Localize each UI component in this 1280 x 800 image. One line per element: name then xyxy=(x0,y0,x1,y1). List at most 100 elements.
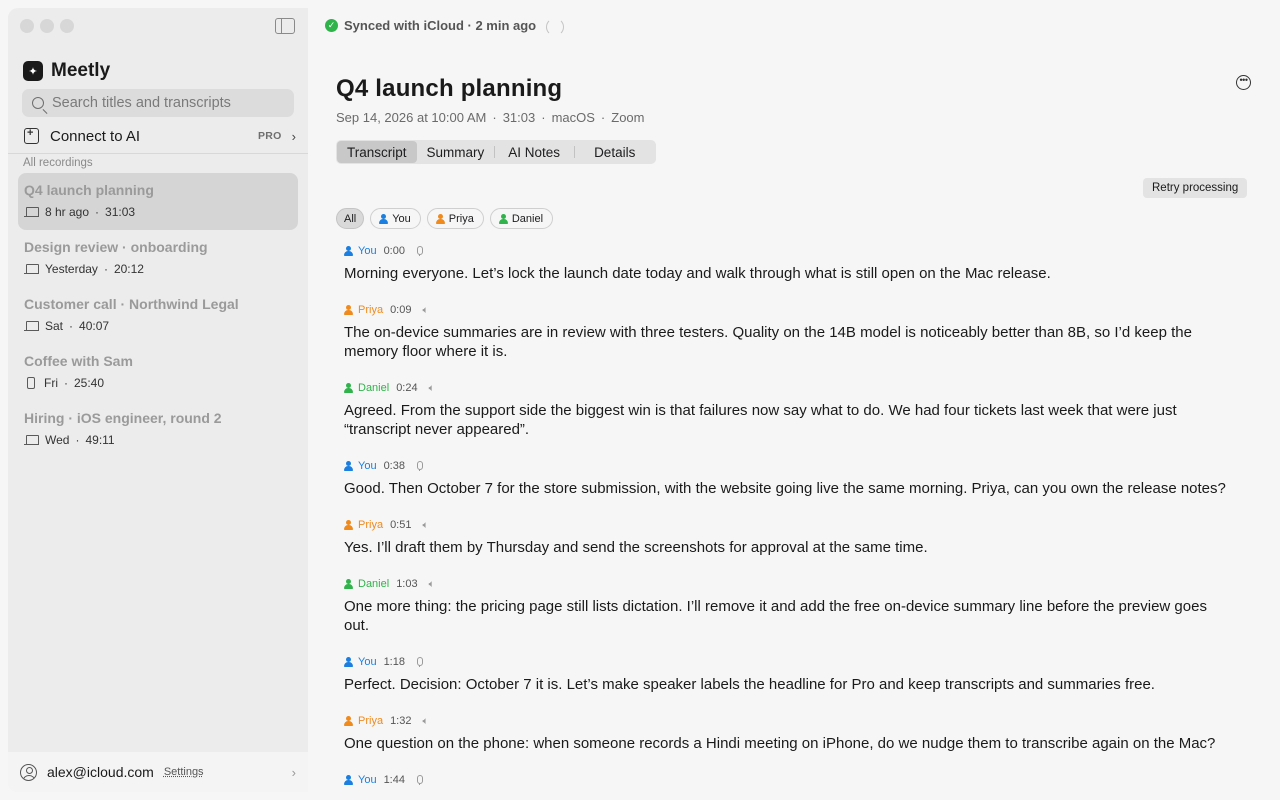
utterance-header: Priya 0:51 🔈︎ xyxy=(344,518,1234,532)
filter-you-chip[interactable]: You xyxy=(370,208,421,229)
sidebar: ✦ Meetly Connect to AI PRO › All recordi… xyxy=(8,8,308,792)
search-input[interactable] xyxy=(52,95,282,111)
speaker-name[interactable]: You xyxy=(358,656,377,668)
utterance-header: You 0:38 xyxy=(344,459,1234,473)
app-brand: ✦ Meetly xyxy=(23,60,110,82)
utterance-header: You 1:44 xyxy=(344,773,1234,787)
utterance-text: Good. Then October 7 for the store submi… xyxy=(344,480,1226,497)
meeting-title: Q4 launch planning xyxy=(336,75,563,102)
recording-title: Design review · onboarding xyxy=(24,239,208,255)
utterance-timestamp[interactable]: 1:18 xyxy=(384,656,405,668)
app-logo-icon: ✦ xyxy=(23,61,43,81)
settings-link[interactable]: Settings xyxy=(164,766,292,778)
laptop-icon xyxy=(24,321,39,331)
utterance-header: You 0:00 xyxy=(344,244,1234,258)
sidebar-divider xyxy=(8,153,308,154)
utterance-timestamp[interactable]: 1:44 xyxy=(384,774,405,786)
utterance-text: Yes. I’ll draft them by Thursday and sen… xyxy=(344,539,928,556)
meeting-meta: Sep 14, 2026 at 10:00 AM · 31:03 · macOS · Zoo… xyxy=(336,110,645,125)
recording-title: Customer call · Northwind Legal xyxy=(24,296,239,312)
person-icon xyxy=(498,213,508,224)
recording-item[interactable]: Q4 launch planning 8 hr ago · 31:03 xyxy=(18,173,298,230)
meta-separator: · xyxy=(95,205,100,219)
filter-priya-chip[interactable]: Priya xyxy=(426,208,484,229)
speaker-name[interactable]: Daniel xyxy=(358,382,389,394)
recording-duration: 40:07 xyxy=(79,319,110,333)
speaker-name[interactable]: You xyxy=(358,460,377,472)
recording-duration: 25:40 xyxy=(74,376,105,390)
transcript-utterance: You 1:44 xyxy=(344,773,1234,787)
filter-all-label: All xyxy=(344,212,357,225)
microphone-icon xyxy=(416,246,424,256)
filter-all-chip[interactable]: All xyxy=(336,208,365,229)
tab-transcript[interactable]: Transcript xyxy=(337,141,417,163)
recording-item[interactable]: Customer call · Northwind Legal Sat · 40:07 xyxy=(18,287,298,344)
utterance-text: The on-device summaries are in review wi… xyxy=(344,324,1192,360)
tab-ai-notes[interactable]: AI Notes xyxy=(494,141,574,163)
speaker-name[interactable]: Priya xyxy=(358,715,383,727)
account-row[interactable]: alex@icloud.com Settings › xyxy=(8,752,308,792)
connect-to-ai-row[interactable]: Connect to AI PRO › xyxy=(22,125,296,147)
microphone-icon xyxy=(416,461,424,471)
recording-title: Hiring · iOS engineer, round 2 xyxy=(24,410,222,426)
filter-daniel-chip[interactable]: Daniel xyxy=(489,208,554,229)
speaker-name[interactable]: Priya xyxy=(358,304,383,316)
recordings-section-label: All recordings xyxy=(23,157,93,169)
recording-item[interactable]: Coffee with Sam Fri · 25:40 xyxy=(18,344,298,401)
utterance-timestamp[interactable]: 0:51 xyxy=(390,519,411,531)
person-icon xyxy=(344,579,353,589)
recording-when: Yesterday xyxy=(45,262,98,276)
speaker-name[interactable]: Priya xyxy=(358,519,383,531)
tab-details[interactable]: Details xyxy=(574,141,655,163)
utterance-header: Daniel 0:24 🔈︎ xyxy=(344,381,1234,395)
recording-item[interactable]: Hiring · iOS engineer, round 2 Wed · 49:11 xyxy=(18,401,298,458)
transcript-utterance: Priya 0:51 🔈︎ Yes. I’ll draft them by Thurs… xyxy=(344,518,1234,557)
recording-when: Sat xyxy=(45,319,64,333)
add-integration-icon xyxy=(24,127,39,144)
checkmark-icon: ✓ xyxy=(325,19,338,32)
recording-duration: 20:12 xyxy=(113,262,144,276)
minimize-window-button[interactable] xyxy=(40,19,54,33)
more-options-icon[interactable]: ••• xyxy=(1236,75,1251,90)
laptop-icon xyxy=(24,207,39,217)
utterance-timestamp[interactable]: 0:24 xyxy=(396,382,417,394)
filter-daniel-label: Daniel xyxy=(511,212,544,225)
search-box[interactable] xyxy=(22,89,294,117)
meeting-duration: 31:03 xyxy=(502,110,536,125)
transcript-utterance: Priya 0:09 🔈︎ The on-device summaries are i… xyxy=(344,303,1234,361)
recording-title: Coffee with Sam xyxy=(24,353,133,369)
connect-to-ai-label: Connect to AI xyxy=(50,127,141,145)
utterance-text: One more thing: the pricing page still l… xyxy=(344,598,1207,634)
sync-status: ✓ Synced with iCloud · 2 min ago xyxy=(325,18,536,33)
pro-badge: PRO xyxy=(258,130,282,142)
refresh-icon[interactable] xyxy=(546,18,564,36)
transcript-utterance: Daniel 0:24 🔈︎ Agreed. From the support sid… xyxy=(344,381,1234,439)
tab-summary[interactable]: Summary xyxy=(417,141,495,163)
utterance-timestamp[interactable]: 1:32 xyxy=(390,715,411,727)
transcript-utterance: You 0:38 Good. Then October 7 for the stor… xyxy=(344,459,1234,498)
recordings-list: Q4 launch planning 8 hr ago · 31:03 Design r… xyxy=(18,173,298,458)
utterance-header: Priya 1:32 🔈︎ xyxy=(344,714,1234,728)
speaker-name[interactable]: You xyxy=(358,245,377,257)
sync-status-text: Synced with iCloud · 2 min ago xyxy=(344,18,537,33)
speaker-name[interactable]: Daniel xyxy=(358,578,389,590)
speaker-audio-icon: 🔈︎ xyxy=(428,382,435,394)
person-icon xyxy=(435,213,445,224)
utterance-timestamp[interactable]: 0:09 xyxy=(390,304,411,316)
recording-item[interactable]: Design review · onboarding Yesterday · 20:1… xyxy=(18,230,298,287)
recording-title: Q4 launch planning xyxy=(24,182,154,198)
speaker-name[interactable]: You xyxy=(358,774,377,786)
chevron-right-icon: › xyxy=(291,128,296,144)
utterance-header: Priya 0:09 🔈︎ xyxy=(344,303,1234,317)
utterance-text: Perfect. Decision: October 7 it is. Let’… xyxy=(344,676,1155,693)
retry-processing-button[interactable]: Retry processing xyxy=(1143,178,1248,198)
sidebar-toggle-icon[interactable] xyxy=(275,18,295,34)
utterance-timestamp[interactable]: 1:03 xyxy=(396,578,417,590)
close-window-button[interactable] xyxy=(20,19,34,33)
zoom-window-button[interactable] xyxy=(60,19,74,33)
meta-separator: · xyxy=(69,319,74,333)
microphone-icon xyxy=(416,775,424,785)
speaker-audio-icon: 🔈︎ xyxy=(422,715,429,727)
utterance-timestamp[interactable]: 0:38 xyxy=(384,460,405,472)
utterance-timestamp[interactable]: 0:00 xyxy=(384,245,405,257)
